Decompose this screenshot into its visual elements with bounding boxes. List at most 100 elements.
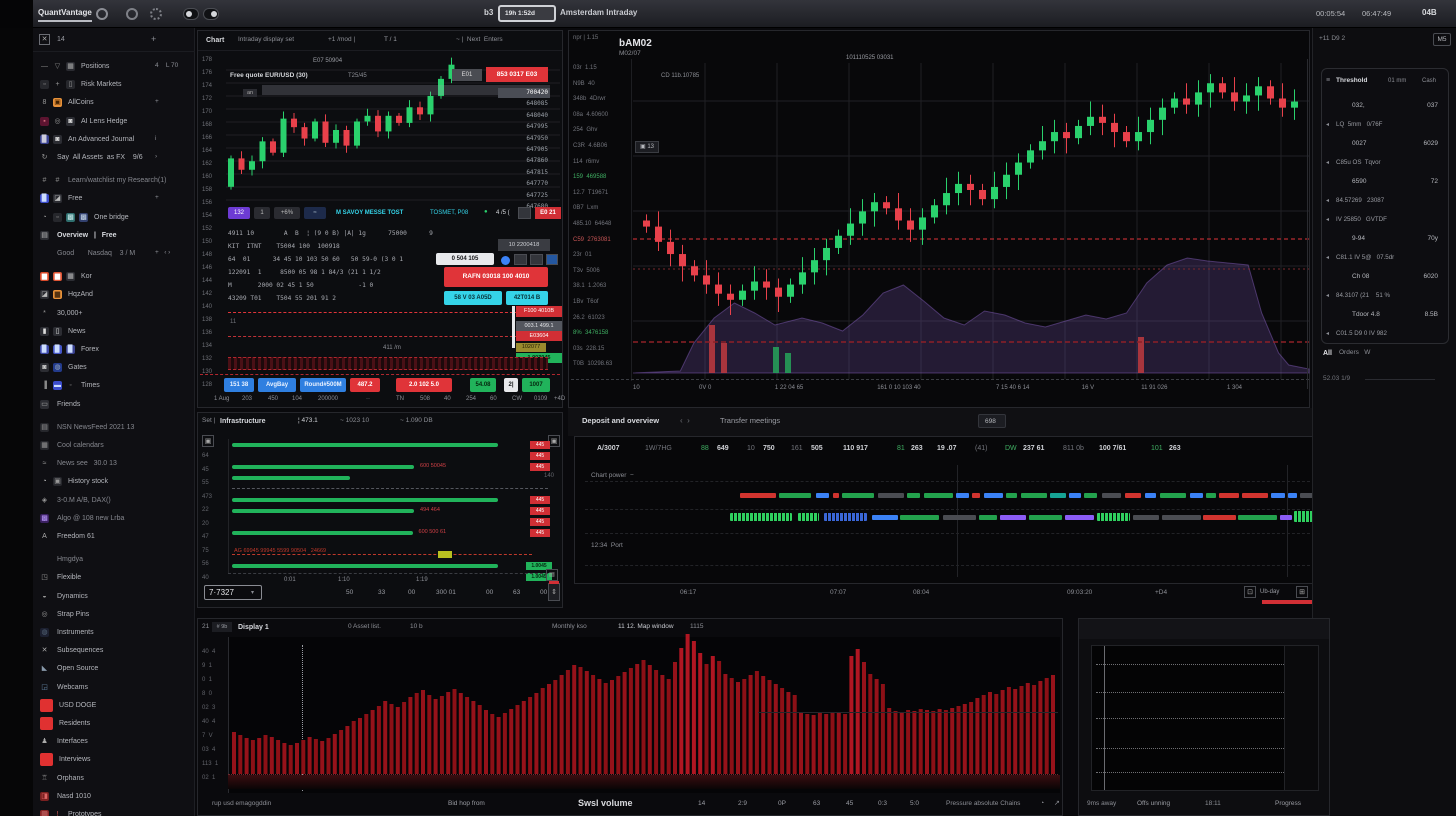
price-input[interactable]: 7·7327▾	[204, 585, 262, 600]
sidebar-item-4[interactable]: ▉◙An Advanced Journali	[33, 131, 195, 149]
sidebar-item-5[interactable]: ↻Say All Assets as FX 9/6›	[33, 149, 195, 167]
stat-row-label: 84.57269 23087	[1336, 198, 1384, 204]
bars-scroll-icon[interactable]: ▤	[546, 569, 558, 581]
sidebar-item-6[interactable]: ##Learn/watchlist my Research(1)	[33, 172, 195, 190]
sidebar-item-29[interactable]: ◎Strap Pins	[33, 606, 195, 624]
quantity-box[interactable]: 0 504 105	[436, 253, 494, 265]
sidebar-item-34[interactable]: USD DOGE	[33, 697, 195, 715]
bottom-toolbar-button-6[interactable]: 2|	[504, 378, 518, 392]
sidebar-item-35[interactable]: Residents	[33, 715, 195, 733]
sidebar-item-12[interactable]: ◪▆HqzAnd	[33, 286, 195, 304]
histogram-bar	[566, 670, 570, 774]
sidebar-item-15[interactable]: ▉▉▉Forex	[33, 341, 195, 359]
bottom-toolbar-button-4[interactable]: 2.0 102 5.0	[396, 378, 452, 392]
buy-button-1[interactable]: 58 V 03 A05D	[444, 291, 502, 305]
sidebar-item-14[interactable]: ▮▯News	[33, 323, 195, 341]
dom-ladder-row[interactable]: 700420	[498, 88, 550, 98]
sidebar-item-3[interactable]: ▪◎◙AI Lens Hedge	[33, 113, 195, 131]
corner-icon[interactable]: ▣	[202, 435, 214, 447]
dom-ladder-row[interactable]: 647725	[498, 191, 550, 201]
sidebar-item-22[interactable]: ◔▣History stock	[33, 473, 195, 491]
sidebar-item-39[interactable]: ◨Nasd 1010	[33, 788, 195, 806]
sidebar-item-1[interactable]: ▫+▯Risk Markets	[33, 76, 195, 94]
timeline-icon-1[interactable]: ⊡	[1244, 586, 1256, 598]
session-timer-badge[interactable]: 19h 1:52d	[498, 5, 556, 22]
dom-ladder-row[interactable]: 648085	[498, 99, 550, 109]
tool-box-3[interactable]	[546, 254, 558, 265]
bottom-toolbar-button-2[interactable]: Round#500M	[300, 378, 346, 392]
settings-icon[interactable]	[150, 8, 162, 20]
sidebar-item-20[interactable]: ▦Cool calendars	[33, 437, 195, 455]
mid-toolbar-button-2[interactable]: +6%	[274, 207, 300, 219]
dom-ladder-row[interactable]: 648040	[498, 111, 550, 121]
close-icon[interactable]: ✕	[39, 34, 50, 45]
bottom-toolbar-button-7[interactable]: 1007	[522, 378, 550, 392]
mid-toolbar-button-3[interactable]: ≈	[304, 207, 326, 219]
tab-transfer-meetings[interactable]: Transfer meetings	[720, 417, 780, 425]
sidebar-item-28[interactable]: ◒Dynamics	[33, 588, 195, 606]
sidebar-item-37[interactable]: Interviews	[33, 751, 195, 769]
toggle-right[interactable]	[203, 8, 219, 20]
sidebar-item-13[interactable]: *30,000+	[33, 305, 195, 323]
mini-gray-box[interactable]	[518, 207, 531, 219]
notifications-icon[interactable]	[96, 8, 108, 20]
timeline-icon-2[interactable]: ⊞	[1296, 586, 1308, 598]
bottom-toolbar-button-0[interactable]: 151 38	[224, 378, 254, 392]
strip-arrows[interactable]: ‹ ›	[680, 417, 690, 425]
scroll-handle[interactable]: ⇕	[548, 583, 560, 601]
line-label: 11	[230, 319, 236, 325]
sidebar-item-33[interactable]: ◲Webcams	[33, 679, 195, 697]
sidebar-item-16[interactable]: ◙◍Gates	[33, 359, 195, 377]
bottom-toolbar-button-1[interactable]: AvgBay	[258, 378, 296, 392]
dom-ladder-row[interactable]: 647950	[498, 134, 550, 144]
sidebar-item-21[interactable]: ≈News see 30.0 13	[33, 455, 195, 473]
interval-chip[interactable]: ▣ 13	[635, 141, 659, 153]
toggle-left[interactable]	[183, 8, 199, 20]
sell-button[interactable]: RAFN 03018 100 4010	[444, 267, 548, 287]
histogram-bar	[812, 715, 816, 774]
globe-icon[interactable]	[126, 8, 138, 20]
dom-ladder-row[interactable]: 647770	[498, 179, 550, 189]
sidebar-item-19[interactable]: ▤NSN NewsFeed 2021 13	[33, 419, 195, 437]
sidebar-item-9[interactable]: ▤Overview | Free	[33, 227, 195, 245]
tool-box-1[interactable]	[514, 254, 527, 265]
mid-toolbar-button-1[interactable]: 1	[254, 207, 270, 219]
tool-box-2[interactable]	[530, 254, 543, 265]
sidebar-item-23[interactable]: ◈3-0.M A/B, DAX()	[33, 492, 195, 510]
price-slider-handle[interactable]	[512, 306, 515, 348]
sidebar-item-10[interactable]: Good Nasdaq 3 / M+ ‹ ›	[33, 245, 195, 263]
sidebar-item-8[interactable]: ◔▫▩▩One bridge	[33, 209, 195, 227]
timeframe-chip[interactable]: M5	[1433, 33, 1451, 46]
dom-ladder-row[interactable]: 647995	[498, 122, 550, 132]
add-watch-button[interactable]: +	[151, 35, 156, 44]
buy-button-2[interactable]: 42T014 B	[506, 291, 548, 305]
info-dot-icon[interactable]	[501, 256, 510, 265]
dom-ladder-row[interactable]: 647815	[498, 168, 550, 178]
app-title[interactable]: QuantVantage	[38, 9, 92, 17]
bottom-toolbar-button-5[interactable]: 54.08	[470, 378, 496, 392]
sidebar-item-7[interactable]: ▉◪Free+	[33, 190, 195, 208]
sidebar-item-38[interactable]: ♖Orphans	[33, 770, 195, 788]
sidebar-item-30[interactable]: ◍Instruments	[33, 624, 195, 642]
sidebar-item-31[interactable]: ✕Subsequences	[33, 642, 195, 660]
sidebar-item-24[interactable]: ▩Algo @ 108 new Lrba	[33, 510, 195, 528]
sidebar-item-27[interactable]: ◳Flexible	[33, 569, 195, 587]
account-badge[interactable]: 04B	[1422, 9, 1437, 17]
sidebar-item-0[interactable]: —▽▦Positions4 L 70	[33, 58, 195, 76]
sidebar-item-26[interactable]: Hmgdya	[33, 551, 195, 569]
mid-toolbar-button-0[interactable]: 132	[228, 207, 250, 219]
hist-footer-num: 5:0	[910, 801, 919, 808]
sidebar-item-40[interactable]: ▥!Prototypes	[33, 806, 195, 816]
sidebar-item-25[interactable]: AFreedom 61	[33, 528, 195, 546]
sidebar-item-2[interactable]: 8▣AllCoins+	[33, 94, 195, 112]
sidebar-item-11[interactable]: ▆▆▦Kor	[33, 268, 195, 286]
mid-red-button[interactable]: E0 21	[535, 207, 561, 219]
dom-ladder-row[interactable]: 647860	[498, 156, 550, 166]
sidebar-item-36[interactable]: ♟Interfaces	[33, 733, 195, 751]
sidebar-item-17[interactable]: ▐▬◦Times	[33, 377, 195, 395]
tab-deposit-overview[interactable]: Deposit and overview	[582, 417, 659, 425]
sidebar-item-18[interactable]: ▭Friends	[33, 396, 195, 414]
dom-ladder-row[interactable]: 647905	[498, 145, 550, 155]
sidebar-item-32[interactable]: ◣Open Source	[33, 660, 195, 678]
bottom-toolbar-button-3[interactable]: 487.2	[350, 378, 380, 392]
